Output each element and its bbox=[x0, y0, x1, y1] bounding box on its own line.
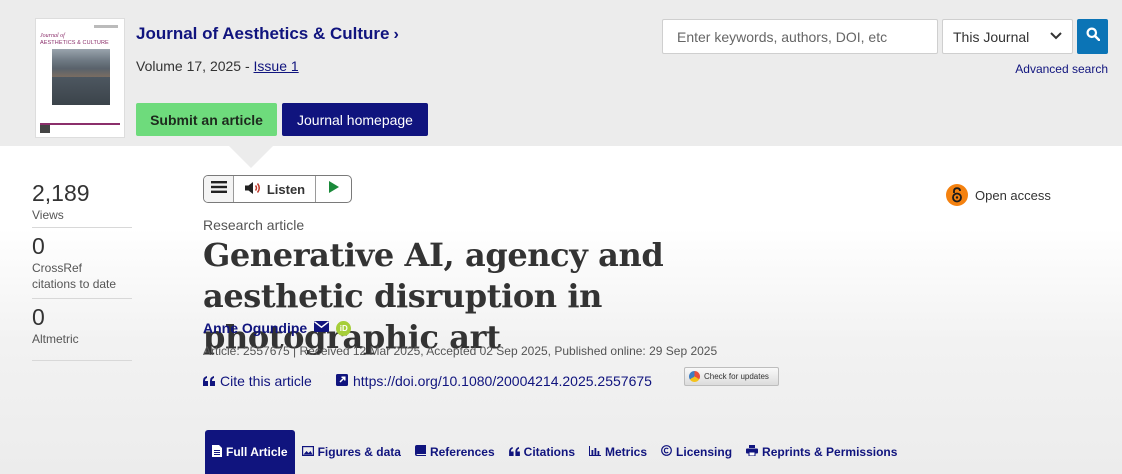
search-icon bbox=[1086, 27, 1100, 46]
author-link[interactable]: Anne Ogundipe bbox=[203, 320, 307, 336]
tab-figures-data[interactable]: Figures & data bbox=[295, 432, 408, 472]
header-pointer-notch bbox=[229, 146, 273, 168]
play-button[interactable] bbox=[316, 176, 351, 202]
doi-label: https://doi.org/10.1080/20004214.2025.25… bbox=[353, 373, 652, 389]
issue-link[interactable]: Issue 1 bbox=[254, 58, 299, 74]
tab-full-article-label: Full Article bbox=[226, 445, 288, 459]
crossmark-icon bbox=[689, 371, 700, 382]
cover-photo-bottom bbox=[52, 77, 110, 105]
tab-licensing[interactable]: Licensing bbox=[654, 432, 739, 472]
cover-photo-top bbox=[52, 49, 110, 77]
author-row: Anne Ogundipe iD bbox=[203, 319, 352, 337]
tab-metrics[interactable]: Metrics bbox=[582, 432, 654, 472]
volume-info: Volume 17, 2025 - Issue 1 bbox=[136, 58, 299, 74]
search-scope-select[interactable]: This Journal bbox=[942, 19, 1073, 54]
metric-altmetric-value: 0 bbox=[32, 304, 45, 330]
bar-chart-icon bbox=[589, 445, 601, 459]
printer-icon bbox=[746, 445, 759, 459]
volume-text: Volume 17, 2025 - bbox=[136, 58, 254, 74]
cover-tag bbox=[94, 25, 118, 28]
check-for-updates-button[interactable]: Check for updates bbox=[684, 367, 779, 386]
cover-footer-rule bbox=[40, 123, 120, 131]
quote-icon bbox=[203, 373, 215, 389]
tab-references[interactable]: References bbox=[408, 432, 502, 472]
cover-title-line1: Journal of bbox=[40, 33, 65, 39]
orcid-icon[interactable]: iD bbox=[336, 320, 352, 336]
document-icon bbox=[212, 444, 222, 460]
journal-title-text: Journal of Aesthetics & Culture bbox=[136, 24, 390, 43]
metric-views-label: Views bbox=[32, 208, 64, 222]
journal-cover-image[interactable]: Journal of AESTHETICS & CULTURE bbox=[35, 18, 125, 138]
image-icon bbox=[301, 445, 314, 459]
listen-menu-button[interactable] bbox=[204, 176, 234, 202]
chevron-right-icon: › bbox=[393, 26, 399, 43]
metric-altmetric[interactable]: 0 Altmetric bbox=[32, 304, 132, 361]
speaker-icon bbox=[244, 181, 262, 198]
tab-metrics-label: Metrics bbox=[605, 445, 648, 459]
metric-crossref-value: 0 bbox=[32, 233, 45, 259]
tab-references-label: References bbox=[429, 445, 495, 459]
envelope-icon[interactable] bbox=[314, 319, 330, 337]
tab-full-article[interactable]: Full Article bbox=[205, 430, 295, 474]
submit-article-button[interactable]: Submit an article bbox=[136, 103, 277, 136]
book-icon bbox=[414, 445, 426, 459]
open-access-label: Open access bbox=[975, 187, 1051, 203]
listen-label: Listen bbox=[266, 181, 306, 197]
metric-altmetric-label: Altmetric bbox=[32, 332, 79, 346]
tab-reprints-permissions-label: Reprints & Permissions bbox=[762, 445, 898, 459]
advanced-search-link[interactable]: Advanced search bbox=[1015, 62, 1108, 76]
tab-licensing-label: Licensing bbox=[676, 445, 733, 459]
journal-title-link[interactable]: Journal of Aesthetics & Culture › bbox=[136, 24, 399, 44]
chevron-down-icon bbox=[1050, 31, 1062, 43]
metric-crossref-label-line1: CrossRef bbox=[32, 261, 83, 275]
quote-icon bbox=[508, 445, 520, 459]
metric-views-value: 2,189 bbox=[32, 180, 90, 206]
article-title: Generative AI, agency and aesthetic disr… bbox=[203, 236, 664, 356]
check-for-updates-label: Check for updates bbox=[704, 372, 769, 381]
publisher-logo bbox=[40, 125, 50, 133]
metric-views: 2,189 Views bbox=[32, 180, 132, 228]
copyright-icon bbox=[661, 445, 672, 459]
search-button[interactable] bbox=[1077, 19, 1108, 54]
cite-article-link[interactable]: Cite this article bbox=[203, 373, 312, 389]
doi-link[interactable]: https://doi.org/10.1080/20004214.2025.25… bbox=[336, 373, 652, 389]
cover-title-line2: AESTHETICS & CULTURE bbox=[40, 40, 109, 46]
metric-crossref-label-line2: citations to date bbox=[32, 277, 117, 291]
open-access-lock-icon bbox=[946, 184, 968, 206]
listen-button[interactable]: Listen bbox=[234, 176, 316, 202]
open-access-badge: Open access bbox=[946, 184, 1051, 206]
tab-reprints-permissions[interactable]: Reprints & Permissions bbox=[739, 432, 904, 472]
tab-citations[interactable]: Citations bbox=[502, 432, 582, 472]
cite-article-label: Cite this article bbox=[220, 373, 312, 389]
tab-figures-data-label: Figures & data bbox=[317, 445, 401, 459]
external-link-icon bbox=[336, 373, 348, 389]
menu-icon bbox=[210, 180, 227, 198]
journal-header: Journal of AESTHETICS & CULTURE Journal … bbox=[0, 0, 1122, 146]
article-tabs: Full Article Figures & data References C… bbox=[205, 430, 904, 474]
metric-crossref[interactable]: 0 CrossRef citations to date bbox=[32, 233, 132, 299]
article-publication-info: Article: 2557675 | Received 12 Mar 2025,… bbox=[203, 344, 718, 358]
listen-widget: Listen bbox=[203, 175, 352, 203]
journal-homepage-button[interactable]: Journal homepage bbox=[282, 103, 428, 136]
search-scope-value: This Journal bbox=[953, 28, 1030, 45]
search-input[interactable] bbox=[662, 19, 938, 54]
article-type: Research article bbox=[203, 217, 305, 233]
play-icon bbox=[328, 180, 340, 199]
tab-citations-label: Citations bbox=[523, 445, 575, 459]
